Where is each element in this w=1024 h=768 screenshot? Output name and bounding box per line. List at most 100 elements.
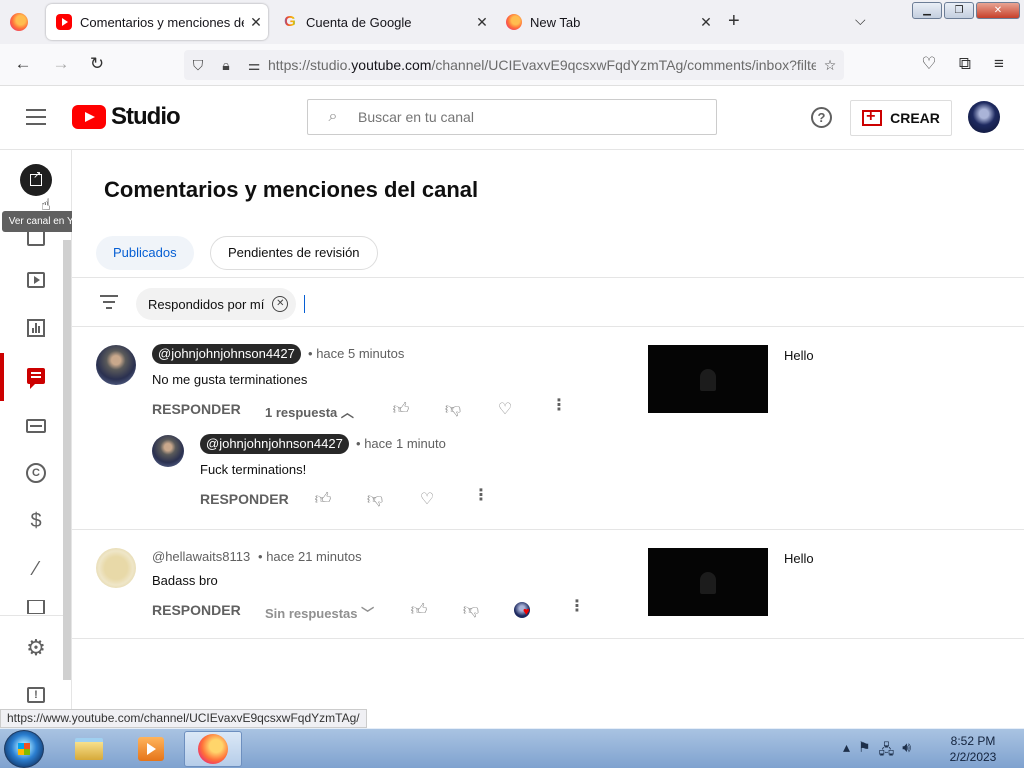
dislike-icon[interactable]: 👎︎ xyxy=(443,400,463,419)
media-player-taskbar-button[interactable] xyxy=(122,731,180,767)
close-tab-icon[interactable]: ✕ xyxy=(470,14,494,31)
search-icon: ⌕ xyxy=(328,108,338,125)
commenter-avatar[interactable] xyxy=(96,548,136,588)
reply-button[interactable]: RESPONDER xyxy=(152,401,241,417)
extensions-icon[interactable]: ⧉ xyxy=(954,54,976,74)
browser-tab-strip: Comentarios y menciones del c ✕ G Cuenta… xyxy=(0,0,1024,44)
view-channel-button[interactable] xyxy=(20,164,52,196)
creator-heart-icon[interactable] xyxy=(514,602,530,618)
video-title[interactable]: Hello xyxy=(784,348,814,363)
studio-header: Studio ⌕ ? CREAR xyxy=(0,86,1024,150)
reply-button[interactable]: RESPONDER xyxy=(200,491,289,507)
permissions-icon[interactable]: ⚌ xyxy=(240,57,268,74)
tab-pendientes[interactable]: Pendientes de revisión xyxy=(210,236,378,270)
volume-icon[interactable]: 🔊︎ xyxy=(902,739,911,763)
replies-toggle[interactable]: 1 respuesta ︿ xyxy=(265,402,354,421)
content-icon[interactable] xyxy=(24,268,48,292)
comment-author[interactable]: @johnjohnjohnson4427 xyxy=(152,344,301,364)
list-all-tabs-chevron-icon[interactable]: ⌵ xyxy=(855,12,866,29)
firefox-taskbar-button[interactable] xyxy=(184,731,242,767)
restore-button[interactable]: ❐ xyxy=(944,2,974,19)
left-rail: C $ ⁄ ⚙ ! xyxy=(0,150,72,728)
more-options-icon[interactable]: ⋮ xyxy=(551,398,567,414)
new-tab-plus-icon[interactable]: + xyxy=(728,10,740,33)
like-icon[interactable]: 👍︎ xyxy=(313,490,333,509)
reply-avatar[interactable] xyxy=(152,435,184,467)
browser-tab-google[interactable]: G Cuenta de Google ✕ xyxy=(272,4,494,40)
channel-search[interactable]: ⌕ xyxy=(307,99,717,135)
filter-icon[interactable] xyxy=(100,295,118,313)
youtube-logo-icon[interactable] xyxy=(72,105,106,129)
divider xyxy=(72,326,1024,327)
remove-filter-icon[interactable]: ✕ xyxy=(272,296,289,312)
pocket-icon[interactable]: ♡ xyxy=(918,54,940,74)
close-window-button[interactable]: ✕ xyxy=(976,2,1020,19)
dislike-icon[interactable]: 👎︎ xyxy=(365,490,385,509)
network-icon[interactable]: 🖧︎ xyxy=(879,739,895,763)
filter-input-caret[interactable] xyxy=(304,295,305,313)
reload-icon[interactable]: ↻ xyxy=(86,54,108,74)
replies-toggle[interactable]: Sin respuestas ﹀ xyxy=(265,603,374,622)
like-icon[interactable]: 👍︎ xyxy=(391,400,411,419)
browser-navbar: ← → ↻ ⛉ 🔒︎ ⚌ https://studio.youtube.com/… xyxy=(0,44,1024,86)
url-text[interactable]: https://studio.youtube.com/channel/UCIEv… xyxy=(268,57,816,73)
feedback-icon[interactable]: ! xyxy=(24,683,48,707)
audio-library-icon[interactable] xyxy=(24,600,48,614)
hamburger-menu-icon[interactable] xyxy=(26,109,46,125)
reply-button[interactable]: RESPONDER xyxy=(152,602,241,618)
studio-logo-text[interactable]: Studio xyxy=(111,103,181,131)
back-arrow-icon[interactable]: ← xyxy=(12,54,34,74)
like-icon[interactable]: 👍︎ xyxy=(409,601,429,620)
help-icon[interactable]: ? xyxy=(811,107,832,128)
filter-chip[interactable]: Respondidos por mí ✕ xyxy=(136,288,297,320)
video-title[interactable]: Hello xyxy=(784,551,814,566)
create-video-icon xyxy=(862,108,883,126)
customization-icon[interactable]: ⁄ xyxy=(24,557,48,581)
minimize-button[interactable]: ▁ xyxy=(912,2,942,19)
taskbar-clock[interactable]: 8:52 PM 2/2/2023 xyxy=(940,733,1006,765)
forward-arrow-icon[interactable]: → xyxy=(50,54,72,74)
start-button[interactable] xyxy=(4,730,44,768)
close-tab-icon[interactable]: ✕ xyxy=(694,14,718,31)
analytics-icon[interactable] xyxy=(24,316,48,340)
comment-author[interactable]: @hellawaits8113 xyxy=(152,549,250,564)
divider xyxy=(72,277,1024,278)
explorer-taskbar-button[interactable] xyxy=(60,731,118,767)
firefox-menu-icon[interactable] xyxy=(10,13,28,31)
bookmark-star-icon[interactable]: ☆ xyxy=(816,57,844,74)
video-thumbnail[interactable] xyxy=(648,548,768,616)
settings-icon[interactable]: ⚙ xyxy=(24,636,48,660)
comment-time[interactable]: • hace 21 minutos xyxy=(258,549,362,564)
search-input[interactable] xyxy=(358,109,698,125)
earn-icon[interactable]: $ xyxy=(24,509,48,533)
dislike-icon[interactable]: 👎︎ xyxy=(461,601,481,620)
create-button[interactable]: CREAR xyxy=(850,100,952,136)
more-options-icon[interactable]: ⋮ xyxy=(569,599,585,615)
reply-author[interactable]: @johnjohnjohnson4427 xyxy=(200,434,349,454)
commenter-avatar[interactable] xyxy=(96,345,136,385)
reply-time[interactable]: • hace 1 minuto xyxy=(356,436,446,451)
lock-icon[interactable]: 🔒︎ xyxy=(212,57,240,74)
firefox-icon xyxy=(506,14,522,30)
hand-cursor-icon: ☝ xyxy=(41,197,51,214)
comment-time[interactable]: • hace 5 minutos xyxy=(308,346,404,361)
heart-icon[interactable]: ♡ xyxy=(495,399,515,419)
url-bar[interactable]: ⛉ 🔒︎ ⚌ https://studio.youtube.com/channe… xyxy=(184,50,844,80)
tracking-shield-icon[interactable]: ⛉ xyxy=(184,57,212,74)
heart-icon[interactable]: ♡ xyxy=(417,489,437,509)
tab-publicados[interactable]: Publicados xyxy=(96,236,194,270)
comments-icon[interactable] xyxy=(24,364,48,389)
close-tab-icon[interactable]: ✕ xyxy=(244,14,268,31)
clock-time: 8:52 PM xyxy=(950,734,996,748)
more-options-icon[interactable]: ⋮ xyxy=(473,488,489,504)
browser-tab-newtab[interactable]: New Tab ✕ xyxy=(496,4,718,40)
browser-tab-studio[interactable]: Comentarios y menciones del c ✕ xyxy=(46,4,268,40)
action-center-flag-icon[interactable]: ⚑ xyxy=(858,739,871,763)
video-thumbnail[interactable] xyxy=(648,345,768,413)
show-hidden-icons-icon[interactable]: ▴ xyxy=(843,739,850,763)
subtitles-icon[interactable] xyxy=(24,414,48,438)
copyright-icon[interactable]: C xyxy=(24,461,48,485)
account-avatar[interactable] xyxy=(968,101,1000,133)
app-menu-icon[interactable]: ≡ xyxy=(988,54,1010,74)
rail-scrollbar[interactable] xyxy=(63,240,71,680)
